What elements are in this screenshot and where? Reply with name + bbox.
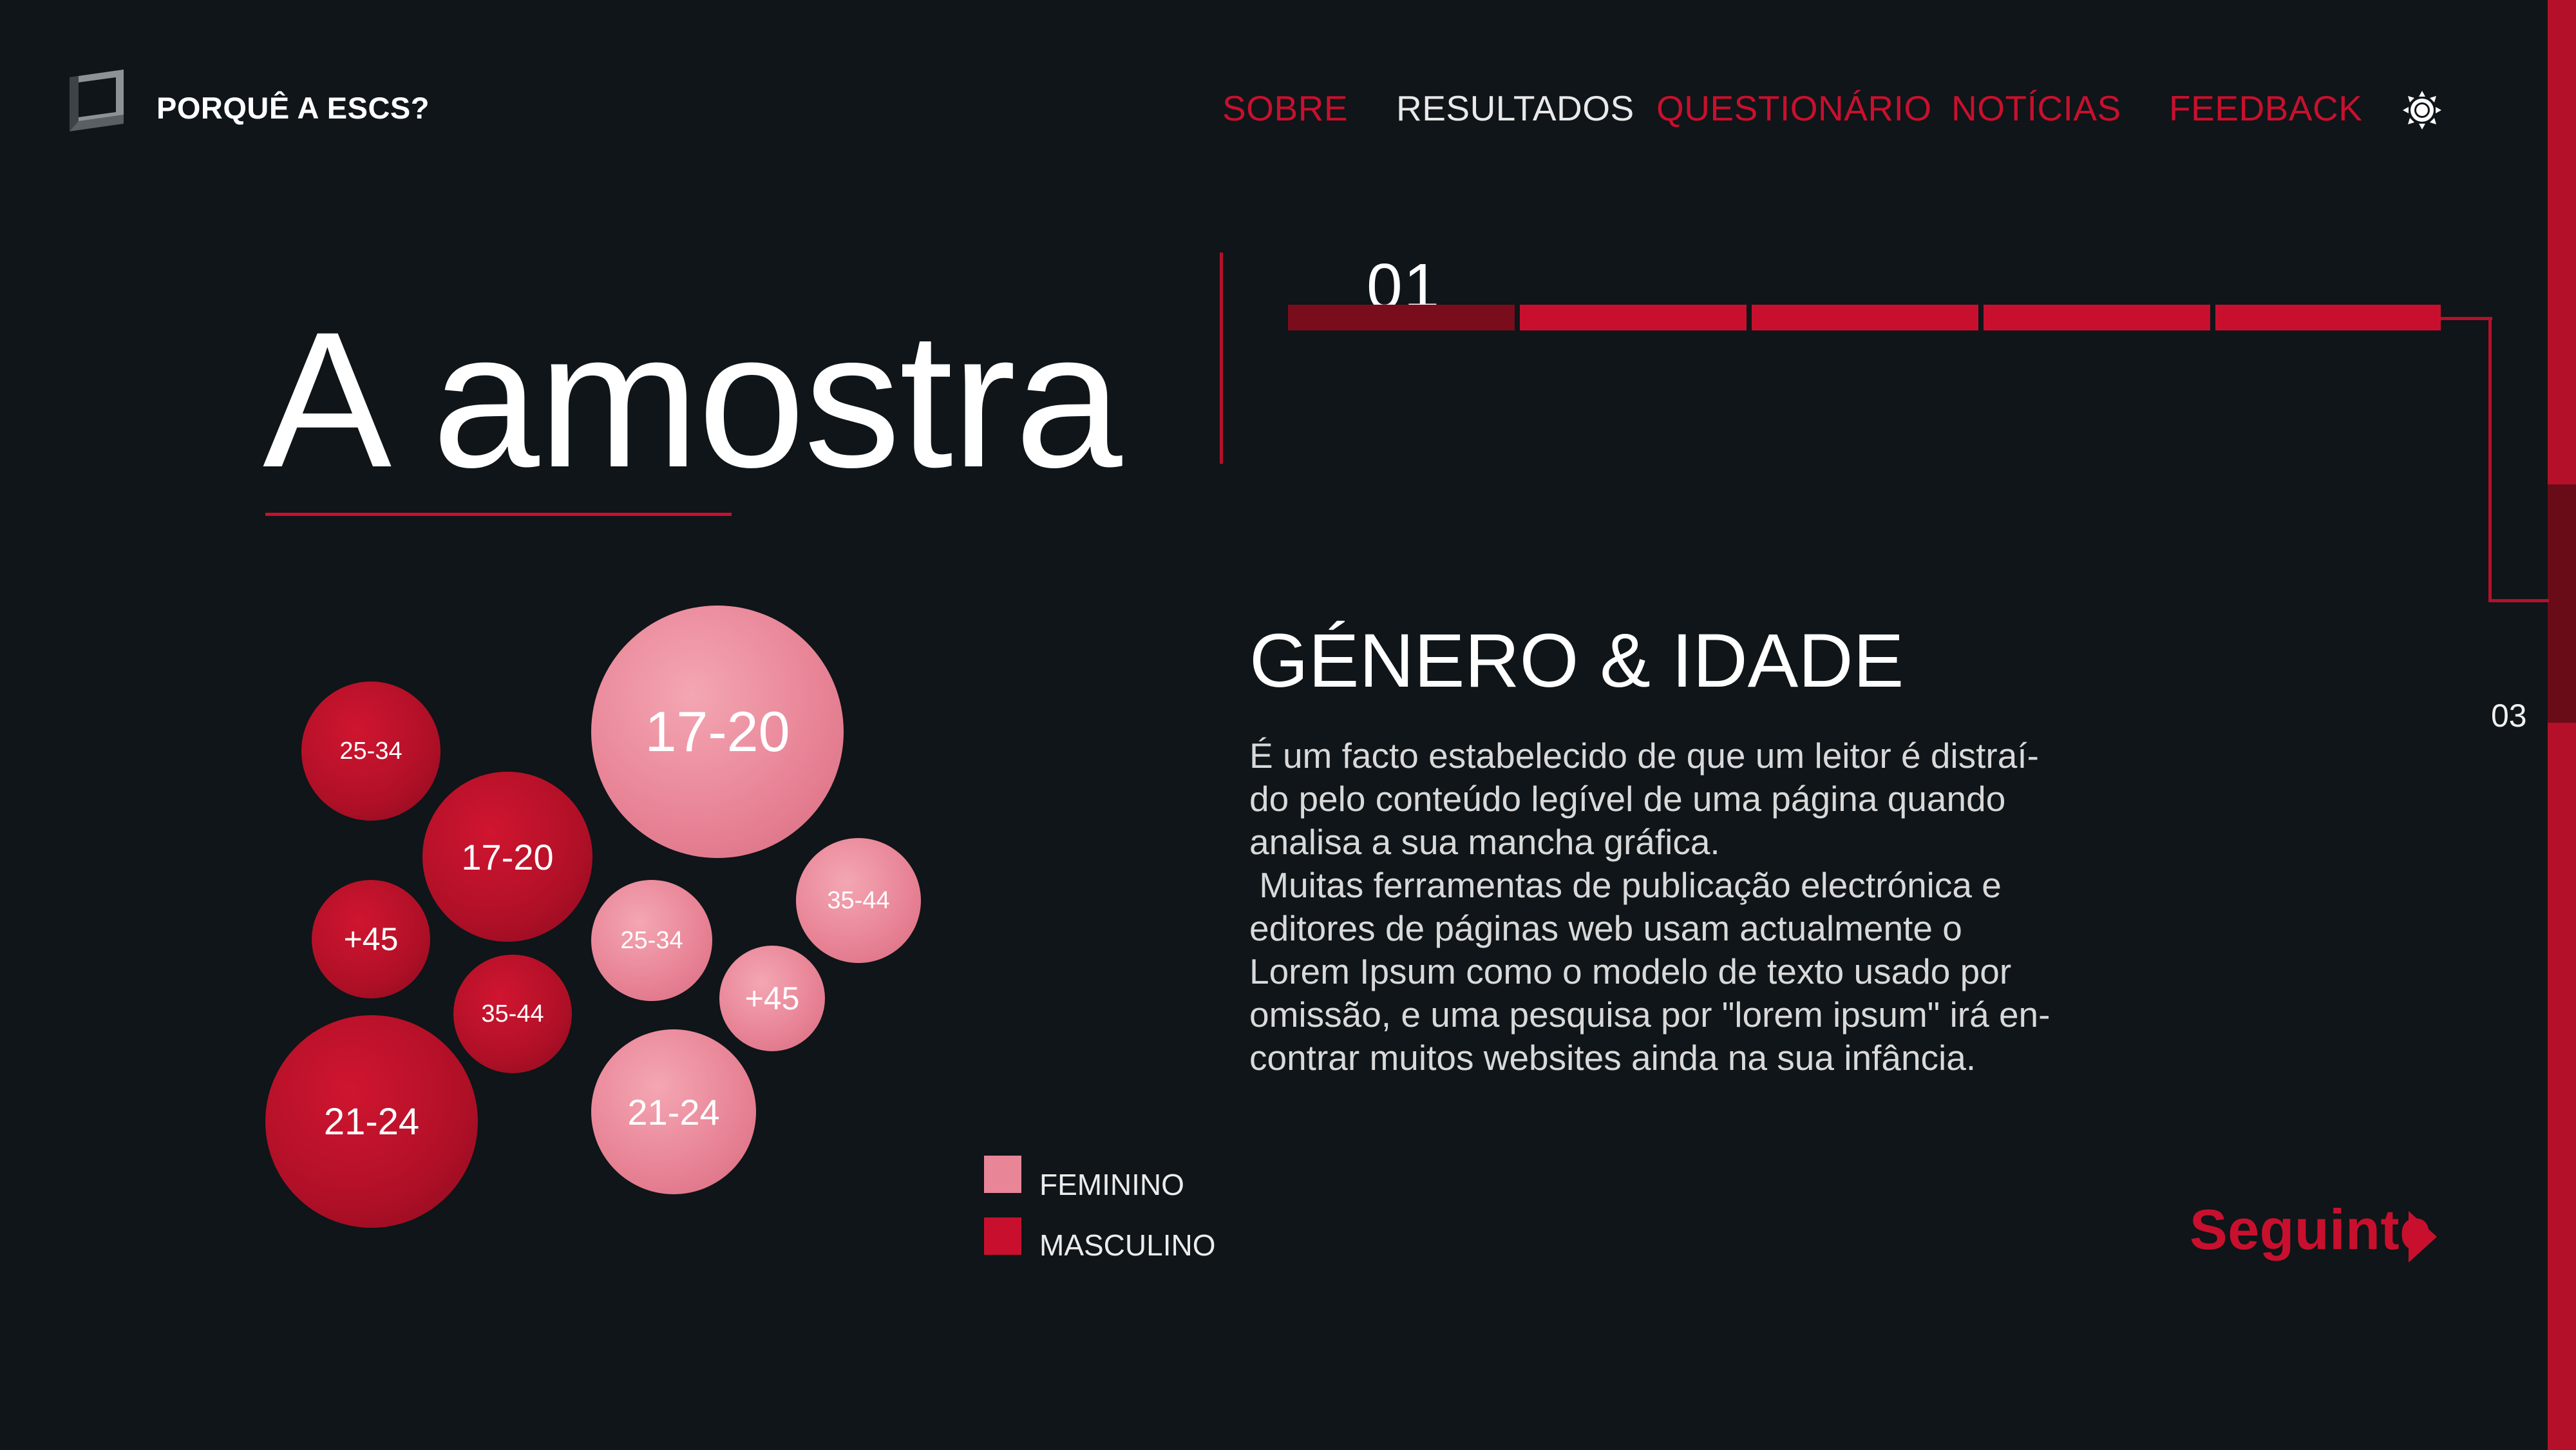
progress-segment[interactable]	[1288, 305, 1515, 330]
bubble-masculino-45[interactable]: +45	[312, 880, 430, 998]
nav-feedback[interactable]: FEEDBACK	[2169, 88, 2362, 129]
sun-icon[interactable]	[2402, 90, 2442, 130]
section-body: É um facto estabelecido de que um leitor…	[1249, 734, 2061, 1080]
brand-title[interactable]: PORQUÊ A ESCS?	[156, 90, 430, 126]
paragraph: É um facto estabelecido de que um leitor…	[1249, 736, 2039, 862]
legend-label-feminino: FEMININO	[1039, 1168, 1184, 1201]
bubble-masculino-17-20[interactable]: 17-20	[422, 772, 592, 942]
side-step-number[interactable]: 03	[2491, 697, 2527, 734]
bubble-feminino-45[interactable]: +45	[719, 946, 825, 1051]
progress-segment[interactable]	[1752, 305, 1978, 330]
legend-swatch-masculino	[984, 1217, 1021, 1255]
vertical-divider	[1220, 253, 1223, 464]
section-title: GÉNERO & IDADE	[1249, 618, 1904, 703]
nav-questionario[interactable]: QUESTIONÁRIO	[1656, 88, 1932, 129]
bubble-masculino-21-24[interactable]: 21-24	[265, 1015, 478, 1228]
bubble-feminino-21-24[interactable]: 21-24	[591, 1029, 756, 1194]
legend-label-masculino: MASCULINO	[1039, 1228, 1216, 1262]
bubble-feminino-25-34[interactable]: 25-34	[591, 880, 712, 1001]
bubble-masculino-35-44[interactable]: 35-44	[453, 955, 572, 1073]
bubble-feminino-17-20[interactable]: 17-20	[591, 606, 844, 858]
paragraph: Muitas ferramentas de publicação electró…	[1249, 865, 2050, 1078]
side-scroll-track[interactable]	[2548, 0, 2576, 1450]
nav-noticias[interactable]: NOTÍCIAS	[1951, 88, 2121, 129]
progress-connector	[2491, 599, 2549, 602]
side-scroll-thumb[interactable]	[2548, 484, 2576, 723]
progress-connector	[2488, 317, 2492, 602]
nav-resultados[interactable]: RESULTADOS	[1396, 88, 1634, 129]
bubble-masculino-25-34[interactable]: 25-34	[301, 682, 440, 821]
side-divider	[2545, 0, 2548, 1450]
bubble-feminino-35-44[interactable]: 35-44	[796, 838, 921, 963]
nav-sobre[interactable]: SOBRE	[1222, 88, 1348, 129]
page-title: A amostra	[263, 291, 1122, 508]
cube-logo-icon[interactable]	[64, 64, 129, 135]
progress-segment[interactable]	[1520, 305, 1747, 330]
legend-swatch-feminino	[984, 1156, 1021, 1193]
next-button[interactable]: Seguinte	[2190, 1197, 2432, 1263]
progress-segment[interactable]	[1984, 305, 2210, 330]
triangle-right-icon[interactable]	[2407, 1211, 2437, 1263]
progress-segment[interactable]	[2215, 305, 2441, 330]
title-underline	[265, 513, 732, 516]
progress-connector	[2441, 317, 2492, 320]
